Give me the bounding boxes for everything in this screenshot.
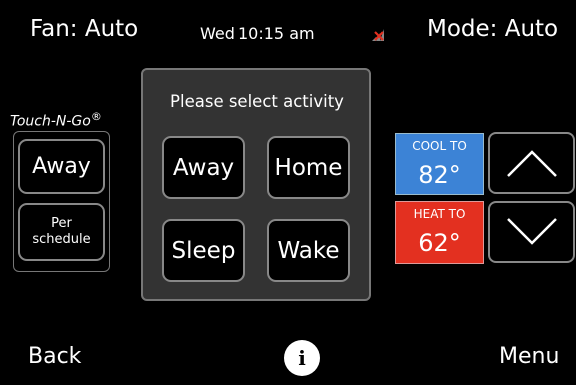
heat-setpoint[interactable]: HEAT TO 62° bbox=[395, 201, 484, 264]
per-schedule-label: Per schedule bbox=[32, 216, 91, 247]
cool-label: COOL TO bbox=[412, 139, 467, 153]
arrow-down-icon bbox=[506, 218, 557, 245]
day-label: Wed bbox=[200, 24, 235, 43]
per-schedule-button[interactable]: Per schedule bbox=[18, 203, 105, 261]
fan-status[interactable]: Fan: Auto bbox=[30, 16, 138, 42]
cool-setpoint[interactable]: COOL TO 82° bbox=[395, 133, 484, 195]
dialog-title: Please select activity bbox=[170, 92, 344, 111]
activity-wake-button[interactable]: Wake bbox=[267, 219, 350, 282]
increase-button[interactable] bbox=[488, 132, 575, 194]
heat-value: 62° bbox=[418, 229, 461, 257]
mode-status[interactable]: Mode: Auto bbox=[427, 16, 558, 42]
info-icon[interactable]: i bbox=[284, 340, 320, 376]
touch-n-go-logo-text: Touch-N-Go bbox=[10, 113, 91, 130]
menu-button[interactable]: Menu bbox=[499, 344, 559, 369]
cool-value: 82° bbox=[418, 161, 461, 189]
touch-n-go-logo: Touch-N-Go® bbox=[10, 110, 102, 130]
wifi-disconnected-icon bbox=[372, 29, 384, 41]
arrow-up-icon bbox=[506, 150, 557, 177]
activity-home-button[interactable]: Home bbox=[267, 136, 350, 199]
decrease-button[interactable] bbox=[488, 201, 575, 263]
touch-n-go-away-button[interactable]: Away bbox=[18, 139, 105, 194]
activity-away-button[interactable]: Away bbox=[162, 136, 245, 199]
registered-mark: ® bbox=[90, 110, 102, 123]
activity-sleep-button[interactable]: Sleep bbox=[162, 219, 245, 282]
back-button[interactable]: Back bbox=[28, 344, 81, 369]
heat-label: HEAT TO bbox=[413, 207, 466, 221]
time-label: 10:15 am bbox=[238, 24, 315, 43]
